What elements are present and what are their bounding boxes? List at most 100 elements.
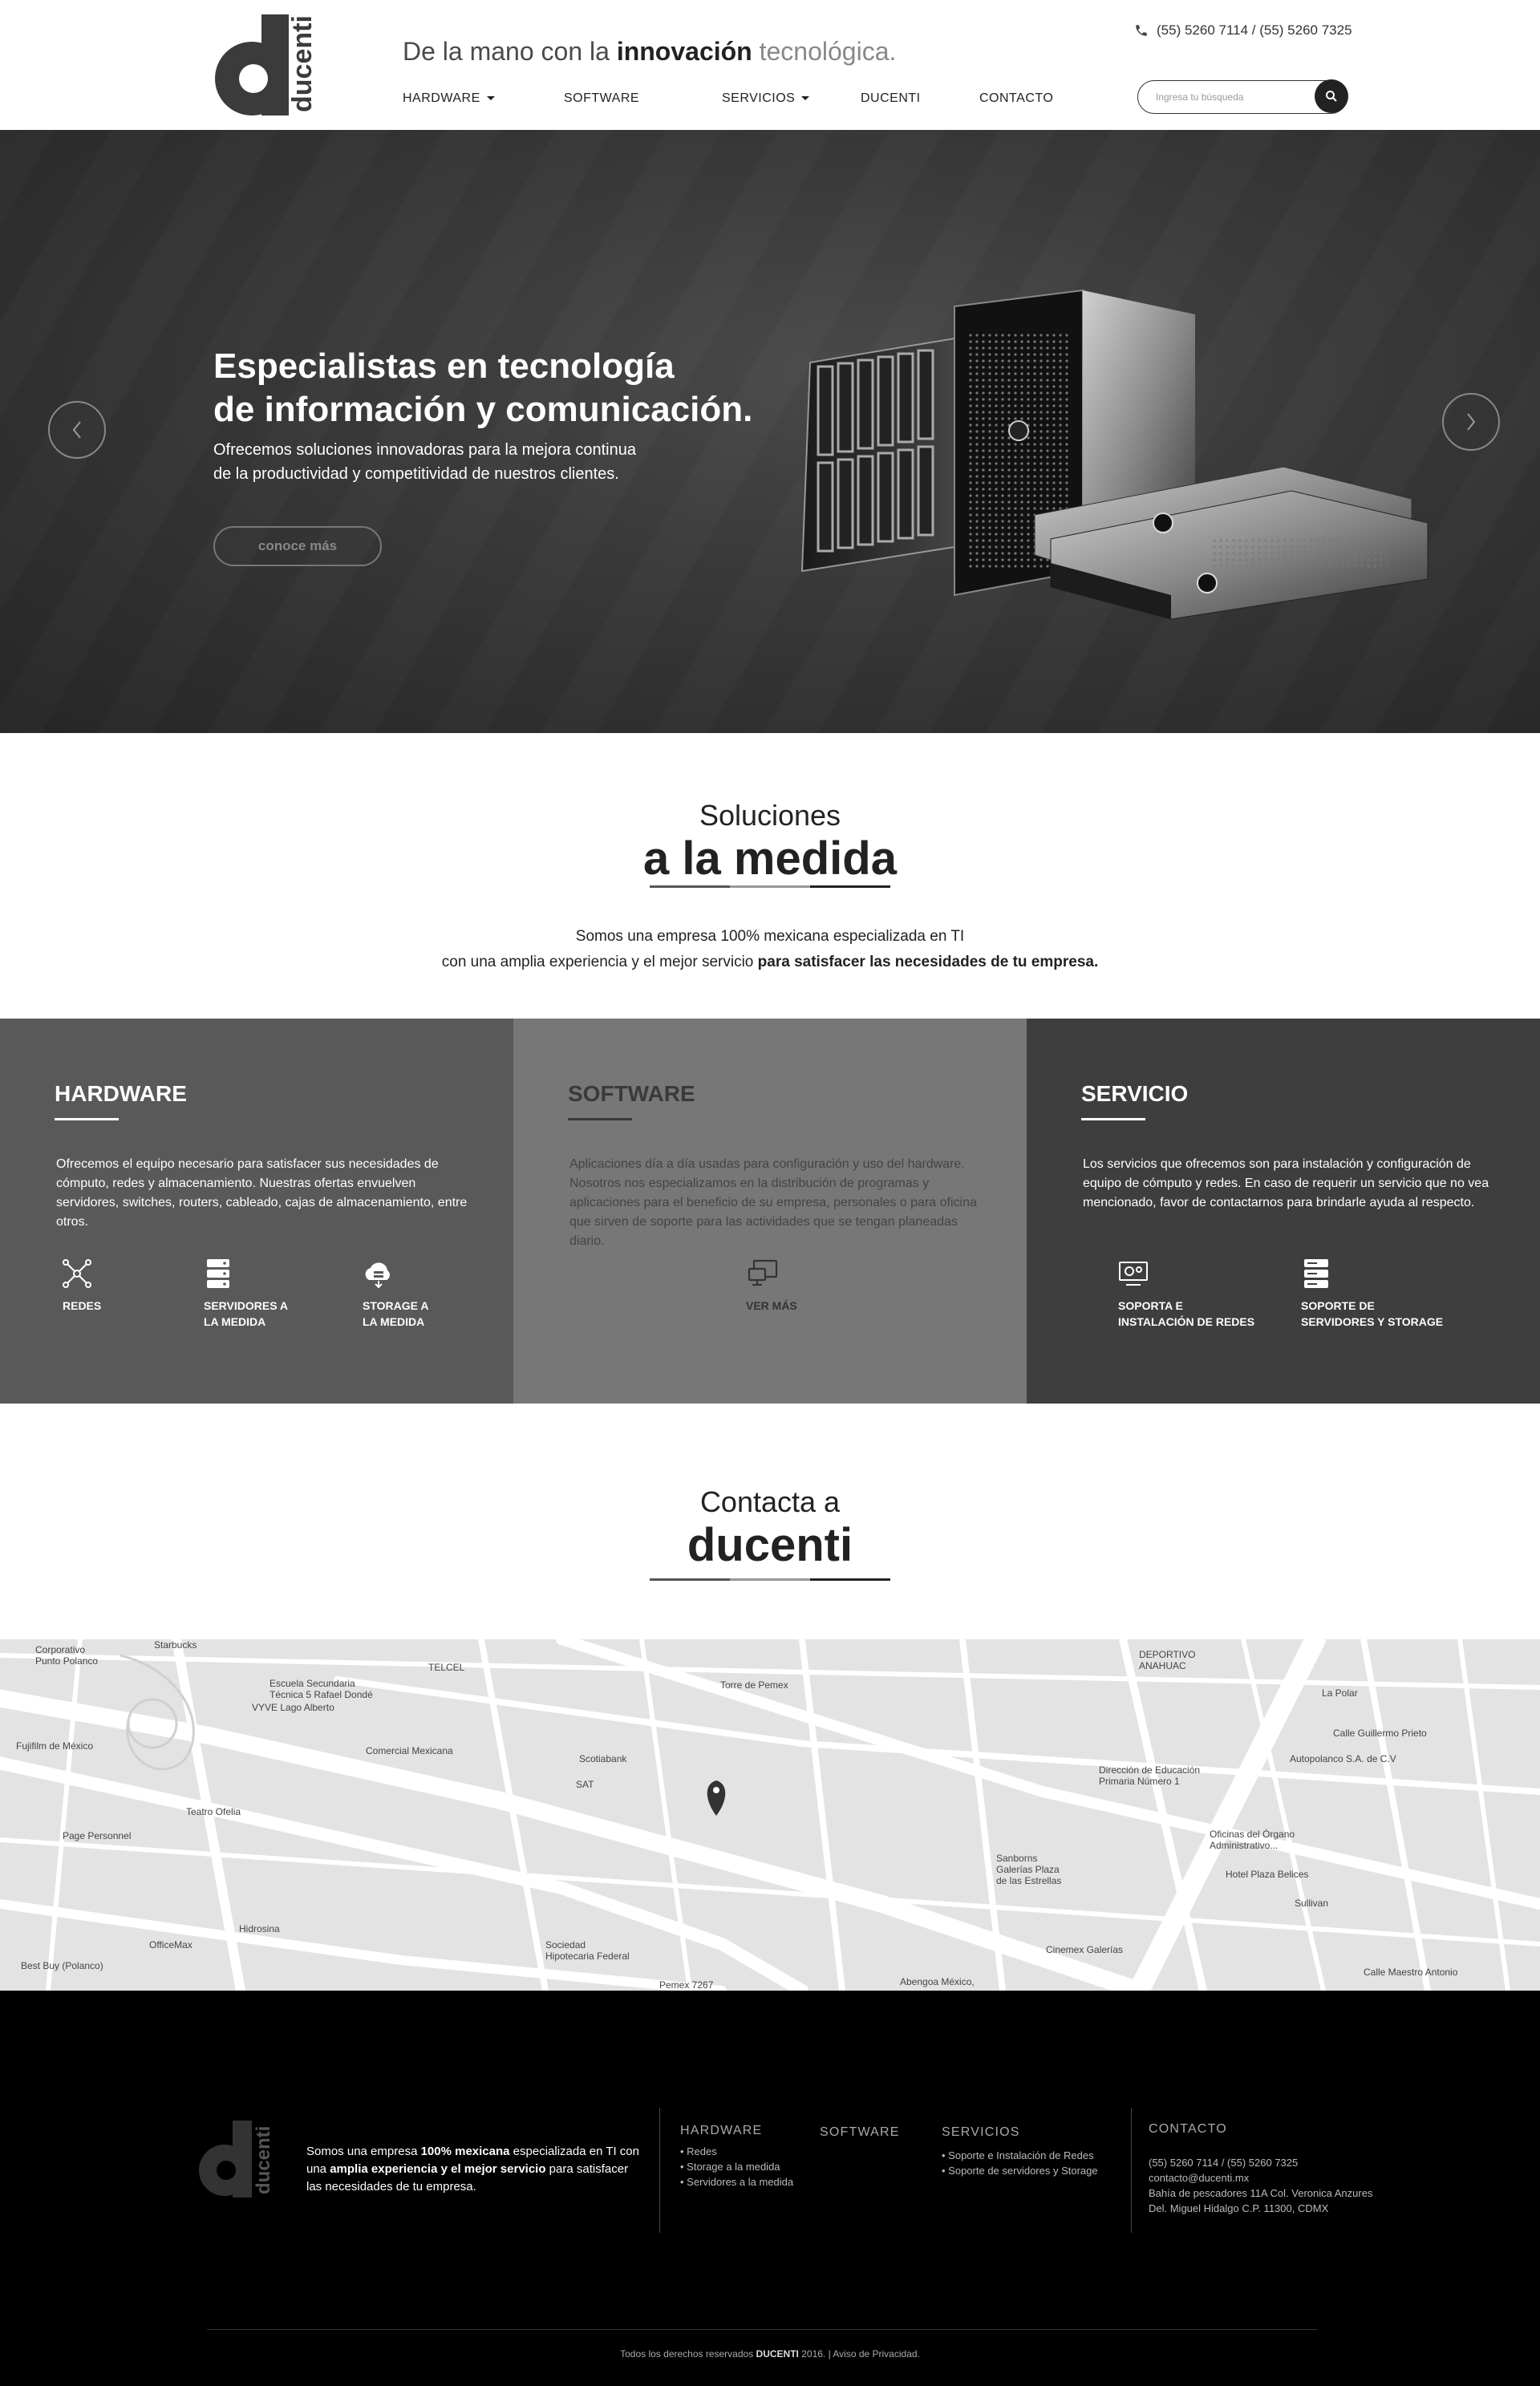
footer-email[interactable]: contacto@ducenti.mx: [1149, 2170, 1372, 2185]
map-label: Sullivan: [1295, 1898, 1329, 1909]
map-pin-icon[interactable]: [707, 1780, 726, 1816]
network-support-icon[interactable]: [1116, 1258, 1152, 1290]
slider-next-button[interactable]: [1442, 393, 1500, 451]
chevron-left-icon: [72, 421, 81, 439]
contacta-big-title: ducenti: [687, 1519, 853, 1571]
footer-logo[interactable]: ducenti: [196, 2121, 273, 2198]
location-map[interactable]: Corporativo Punto Polanco Starbucks TELCE…: [0, 1639, 1540, 1991]
footer-rule: [207, 2329, 1317, 2330]
cloud-storage-icon[interactable]: [361, 1258, 396, 1290]
hardware-rule: [55, 1118, 119, 1120]
network-icon[interactable]: [59, 1258, 95, 1290]
map-label: Torre de Pemex: [720, 1679, 788, 1691]
soluciones-underline: [650, 885, 890, 888]
privacy-link[interactable]: 2016. | Aviso de Privacidad.: [799, 2348, 920, 2360]
footer-link-soporte-redes[interactable]: Soporte e Instalación de Redes: [942, 2148, 1098, 2163]
soluciones-text: Somos una empresa 100% mexicana especial…: [441, 928, 1099, 970]
conoce-mas-button[interactable]: conoce más: [213, 526, 382, 566]
servicio-panel: SERVICIO Los servicios que ofrecemos son…: [1027, 1019, 1540, 1404]
footer-link-redes[interactable]: Redes: [680, 2144, 793, 2159]
search-input[interactable]: [1156, 89, 1308, 105]
footer-phone[interactable]: (55) 5260 7114 / (55) 5260 7325: [1149, 2155, 1372, 2170]
footer-link-soporte-servidores[interactable]: Soporte de servidores y Storage: [942, 2163, 1097, 2178]
search-box: [1137, 79, 1348, 114]
map-label: Pemex 7267: [659, 1979, 714, 1991]
map-label: La Polar: [1322, 1687, 1358, 1699]
map-label: Fujifilm de México: [16, 1740, 94, 1752]
map-label: Dirección de Educación Primaria Número 1: [1099, 1764, 1201, 1787]
storage-link[interactable]: STORAGE A LA MEDIDA: [363, 1298, 428, 1330]
phone-icon: [1136, 25, 1147, 36]
nav-software[interactable]: SOFTWARE: [564, 91, 639, 106]
contacta-heading: Contacta a ducenti: [0, 1485, 1540, 1572]
hardware-panel: HARDWARE Ofrecemos el equipo necesario p…: [0, 1019, 513, 1404]
footer-link-servidores[interactable]: Servidores a la medida: [680, 2174, 793, 2190]
map-label: Autopolanco S.A. de C.V: [1290, 1753, 1396, 1764]
search-icon: [1326, 91, 1337, 102]
nav-servicios[interactable]: SERVICIOS: [722, 91, 810, 106]
svg-text:ducenti: ducenti: [287, 15, 316, 112]
server-icon[interactable]: [202, 1258, 237, 1290]
map-label: SAT: [576, 1779, 594, 1790]
soporte-servidores-link[interactable]: SOPORTE DE SERVIDORES Y STORAGE: [1301, 1298, 1443, 1330]
map-label: Escuela Secundaria Técnica 5 Rafael Dondé: [270, 1678, 373, 1700]
slider-prev-button[interactable]: [48, 401, 106, 459]
footer-servicios-title[interactable]: SERVICIOS: [942, 2125, 1020, 2140]
map-label: Calle Maestro Antonio: [1364, 1967, 1458, 1978]
map-label: Sociedad Hipotecaria Federal: [545, 1939, 630, 1962]
footer-link-storage[interactable]: Storage a la medida: [680, 2159, 793, 2174]
hardware-description: Ofrecemos el equipo necesario para satis…: [56, 1157, 468, 1229]
footer-divider: [659, 2108, 660, 2233]
software-rule: [568, 1118, 632, 1120]
soluciones-small-title: Soluciones: [699, 799, 841, 832]
map-label: Abengoa México,: [900, 1976, 975, 1987]
map-label: DEPORTIVO ANAHUAC: [1139, 1649, 1196, 1671]
map-label: VYVE Lago Alberto: [252, 1702, 334, 1713]
footer-servicios-list: Soporte e Instalación de Redes Soporte d…: [942, 2148, 1098, 2178]
copyright: Todos los derechos reservados DUCENTI 20…: [620, 2348, 920, 2360]
caret-down-icon: [486, 96, 495, 101]
server-support-icon[interactable]: [1299, 1258, 1335, 1290]
soluciones-big-title: a la medida: [643, 832, 897, 885]
footer-software-title[interactable]: SOFTWARE: [820, 2125, 900, 2140]
chevron-right-icon: [1467, 413, 1476, 431]
servicio-title[interactable]: SERVICIO: [1081, 1081, 1188, 1107]
contacta-small-title: Contacta a: [699, 1485, 841, 1518]
ver-mas-link[interactable]: VER MÁS: [746, 1298, 797, 1314]
footer-hardware-title[interactable]: HARDWARE: [680, 2124, 762, 2138]
footer-hardware-list: Redes Storage a la medida Servidores a l…: [680, 2144, 793, 2190]
monitor-icon[interactable]: [746, 1258, 781, 1290]
nav-hardware[interactable]: HARDWARE: [403, 91, 495, 106]
map-label: Hidrosina: [239, 1923, 280, 1934]
footer-contact-info: (55) 5260 7114 / (55) 5260 7325 contacto…: [1149, 2155, 1372, 2216]
map-label: Best Buy (Polanco): [21, 1960, 103, 1971]
footer-contacto-title[interactable]: CONTACTO: [1149, 2122, 1227, 2137]
footer-divider: [1131, 2108, 1132, 2233]
ducenti-logo[interactable]: ducenti: [212, 14, 318, 115]
redes-link[interactable]: REDES: [63, 1298, 101, 1314]
software-title[interactable]: SOFTWARE: [568, 1081, 695, 1107]
footer-address-2: Del. Miguel Hidalgo C.P. 11300, CDMX: [1149, 2202, 1329, 2214]
map-label: Corporativo Punto Polanco: [35, 1644, 99, 1667]
servidores-link[interactable]: SERVIDORES A LA MEDIDA: [204, 1298, 288, 1330]
hardware-title[interactable]: HARDWARE: [55, 1081, 187, 1107]
search-button[interactable]: [1315, 79, 1348, 113]
caret-down-icon: [801, 96, 810, 101]
soluciones-heading: Soluciones a la medida: [0, 799, 1540, 885]
software-description: Aplicaciones día a día usadas para confi…: [569, 1157, 977, 1248]
site-header: ducenti De la mano con la innovación tec…: [0, 0, 1540, 130]
map-label: Oficinas del Órgano Administrativo...: [1210, 1829, 1295, 1851]
header-phone: (55) 5260 7114 / (55) 5260 7325: [1134, 22, 1352, 38]
contacta-underline: [650, 1578, 890, 1581]
tagline: De la mano con la innovación tecnológica…: [403, 37, 897, 66]
map-label: Cinemex Galerías: [1046, 1944, 1124, 1955]
phone-number[interactable]: (55) 5260 7114 / (55) 5260 7325: [1157, 22, 1352, 38]
nav-contacto[interactable]: CONTACTO: [979, 91, 1053, 106]
map-label: TELCEL: [428, 1662, 465, 1673]
hero-subtitle: Ofrecemos soluciones innovadoras para la…: [213, 441, 636, 483]
footer-about: Somos una empresa 100% mexicana especial…: [306, 2145, 639, 2194]
nav-ducenti[interactable]: DUCENTI: [861, 91, 921, 106]
soporte-redes-link[interactable]: SOPORTA E INSTALACIÓN DE REDES: [1118, 1298, 1254, 1330]
map-label: Starbucks: [154, 1639, 197, 1651]
map-label: Comercial Mexicana: [366, 1745, 453, 1756]
